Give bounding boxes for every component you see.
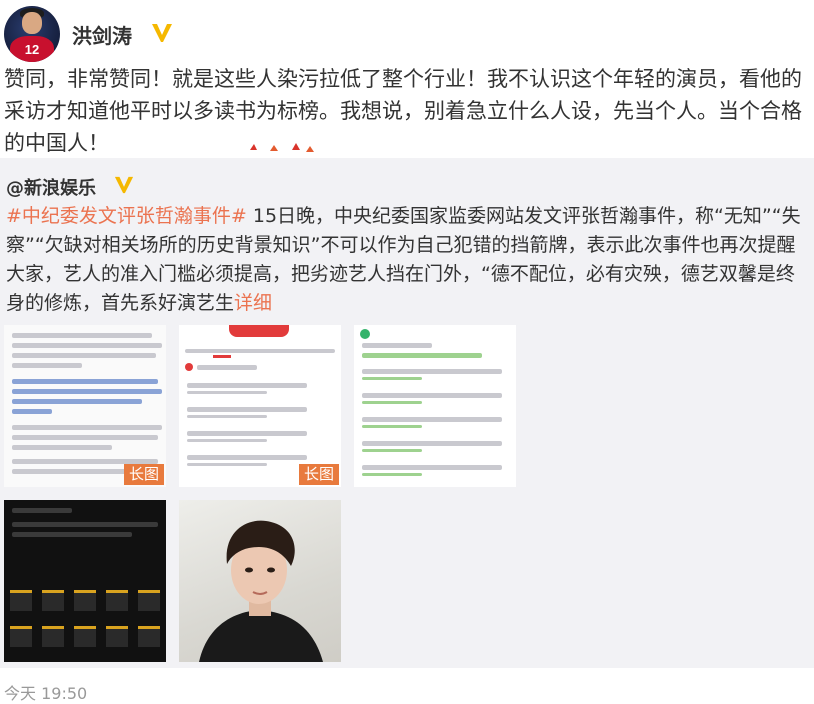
image-thumbnail-1[interactable]: 长图 xyxy=(4,325,166,487)
long-image-tag: 长图 xyxy=(298,464,339,485)
repost-author-name[interactable]: @新浪娱乐 xyxy=(6,174,96,200)
hashtag-link[interactable]: #中纪委发文评张哲瀚事件# xyxy=(6,205,247,227)
image-thumbnail-2[interactable]: 长图 xyxy=(179,325,341,487)
repost-verified-badge-icon xyxy=(114,176,134,194)
portrait-photo xyxy=(199,520,323,662)
image-thumbnail-3[interactable] xyxy=(354,325,516,487)
author-avatar[interactable]: 12 xyxy=(4,6,60,62)
decoration-icon xyxy=(250,143,314,152)
repost-card[interactable]: @新浪娱乐 #中纪委发文评张哲瀚事件# 15日晚，中央纪委国家监委网站发文评张哲… xyxy=(0,158,814,668)
more-link[interactable]: 详细 xyxy=(234,292,272,314)
image-thumbnail-5[interactable] xyxy=(179,500,341,662)
avatar-face xyxy=(22,12,42,34)
avatar-jersey-number: 12 xyxy=(24,42,40,57)
long-image-tag: 长图 xyxy=(123,464,164,485)
verified-badge-icon xyxy=(152,24,172,42)
post-text: 赞同，非常赞同！就是这些人染污拉低了整个行业！我不认识这个年轻的演员，看他的采访… xyxy=(4,67,802,155)
repost-text: #中纪委发文评张哲瀚事件# 15日晚，中央纪委国家监委网站发文评张哲瀚事件，称“… xyxy=(6,202,806,318)
post-timestamp[interactable]: 今天 19:50 xyxy=(4,680,87,704)
author-name[interactable]: 洪剑涛 xyxy=(72,20,132,49)
image-thumbnail-4[interactable] xyxy=(4,500,166,662)
